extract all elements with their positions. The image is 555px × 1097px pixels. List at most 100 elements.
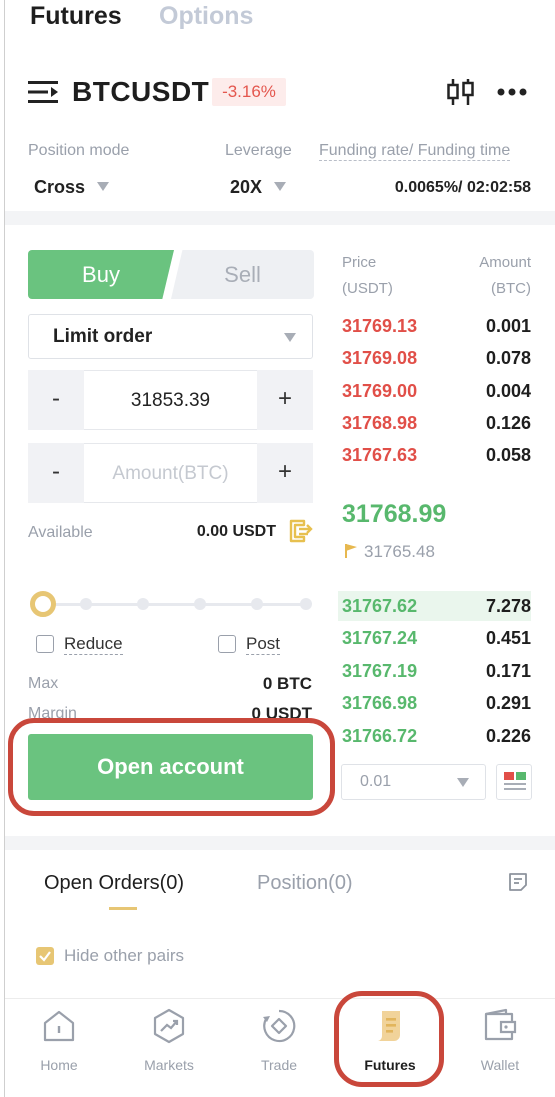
slider-step-dot[interactable] (80, 598, 92, 610)
bid-amount: 0.291 (485, 693, 531, 713)
chevron-down-icon (457, 778, 469, 787)
ask-amount: 0.001 (485, 316, 531, 336)
position-mode-label: Position mode (28, 142, 130, 159)
price-header: Price (342, 254, 377, 271)
nav-wallet-label: Wallet (480, 1057, 520, 1073)
section-divider (5, 836, 555, 850)
tab-open-orders[interactable]: Open Orders(0) (44, 872, 184, 895)
orderbook-layout-button[interactable] (496, 764, 532, 800)
bid-price[interactable]: 31766.72 (342, 726, 417, 747)
precision-value: 0.01 (360, 773, 392, 790)
bid-amount: 0.451 (485, 628, 531, 648)
position-mode-value: Cross (34, 177, 86, 197)
price-decrease-button[interactable]: - (28, 370, 84, 430)
max-label: Max (28, 675, 59, 692)
price-increase-button[interactable]: + (257, 370, 313, 430)
home-icon (43, 1010, 75, 1042)
post-checkbox[interactable] (218, 635, 236, 653)
bid-amount: 0.226 (485, 726, 531, 746)
ask-price[interactable]: 31769.08 (342, 348, 417, 369)
ask-price[interactable]: 31768.98 (342, 413, 417, 434)
nav-home-label: Home (40, 1057, 78, 1073)
precision-select[interactable]: 0.01 (341, 764, 486, 800)
post-label[interactable]: Post (246, 634, 281, 655)
symbol-title[interactable]: BTCUSDT (72, 76, 209, 108)
slider-handle[interactable] (30, 591, 56, 617)
order-type-select[interactable]: Limit order (28, 314, 313, 359)
checkmark-icon (39, 951, 51, 962)
bid-price[interactable]: 31767.62 (342, 596, 417, 617)
leverage-select[interactable]: 20X (230, 177, 287, 198)
ask-amount: 0.078 (485, 348, 531, 368)
price-input[interactable]: 31853.39 (84, 370, 257, 430)
amount-stepper: - Amount(BTC) + (28, 443, 313, 503)
markets-icon (153, 1008, 185, 1044)
sell-tab-button[interactable]: Sell (171, 250, 314, 299)
buy-tab-button[interactable]: Buy (28, 250, 174, 299)
mark-price: 31765.48 (364, 542, 435, 561)
amount-header: Amount (479, 254, 531, 271)
hide-pairs-label[interactable]: Hide other pairs (64, 946, 184, 966)
active-tab-indicator (109, 907, 137, 910)
price-unit-header: (USDT) (342, 280, 393, 297)
ask-amount: 0.058 (485, 445, 531, 465)
available-value: 0.00 USDT (196, 523, 276, 540)
amount-unit-header: (BTC) (491, 280, 531, 297)
last-price: 31768.99 (342, 500, 447, 528)
reduce-checkbox[interactable] (36, 635, 54, 653)
price-stepper: - 31853.39 + (28, 370, 313, 430)
leverage-label: Leverage (225, 142, 292, 159)
ask-price[interactable]: 31769.13 (342, 316, 417, 337)
nav-wallet[interactable]: Wallet (460, 1008, 540, 1073)
wallet-icon (484, 1008, 517, 1041)
order-type-value: Limit order (53, 326, 153, 347)
bid-price[interactable]: 31767.19 (342, 661, 417, 682)
candlestick-chart-icon[interactable] (446, 78, 476, 106)
leverage-value: 20X (230, 177, 263, 197)
ask-amount: 0.004 (485, 381, 531, 401)
slider-step-dot[interactable] (137, 598, 149, 610)
nav-home[interactable]: Home (19, 1008, 99, 1073)
chevron-down-icon (97, 182, 110, 191)
funding-value: 0.0065%/ 02:02:58 (394, 179, 531, 196)
funding-label: Funding rate/ Funding time (319, 142, 511, 161)
amount-increase-button[interactable]: + (257, 443, 313, 503)
funding-label-wrap: Funding rate/ Funding time (319, 142, 511, 161)
amount-input[interactable]: Amount(BTC) (84, 443, 257, 503)
tab-futures[interactable]: Futures (30, 2, 122, 31)
ask-price[interactable]: 31767.63 (342, 445, 417, 466)
transfer-icon[interactable] (288, 519, 314, 543)
price-change-badge: -3.16% (212, 78, 286, 106)
slider-step-dot[interactable] (300, 598, 312, 610)
tab-options[interactable]: Options (159, 2, 253, 31)
bid-amount: 7.278 (485, 596, 531, 616)
bid-price[interactable]: 31767.24 (342, 628, 417, 649)
nav-trade-label: Trade (260, 1057, 298, 1073)
order-history-icon[interactable] (508, 872, 528, 892)
highlight-ring (334, 991, 444, 1087)
left-frame-border (4, 0, 5, 1097)
flag-icon (345, 544, 357, 558)
nav-markets[interactable]: Markets (129, 1008, 209, 1073)
slider-step-dot[interactable] (194, 598, 206, 610)
bid-price[interactable]: 31766.98 (342, 693, 417, 714)
ask-amount: 0.126 (485, 413, 531, 433)
more-options-icon[interactable] (497, 88, 527, 96)
bid-amount: 0.171 (485, 661, 531, 681)
nav-trade[interactable]: Trade (239, 1008, 319, 1073)
available-label: Available (28, 524, 93, 541)
chevron-down-icon (284, 333, 296, 342)
slider-step-dot[interactable] (251, 598, 263, 610)
highlight-ring (8, 718, 335, 816)
section-divider (5, 211, 555, 225)
ask-price[interactable]: 31769.00 (342, 381, 417, 402)
position-mode-select[interactable]: Cross (34, 177, 110, 198)
hide-pairs-checkbox[interactable] (36, 947, 54, 965)
trade-icon (263, 1009, 296, 1043)
reduce-label[interactable]: Reduce (64, 634, 123, 655)
chevron-down-icon (274, 182, 287, 191)
amount-decrease-button[interactable]: - (28, 443, 84, 503)
menu-list-icon[interactable] (28, 80, 60, 104)
tab-position[interactable]: Position(0) (257, 872, 353, 895)
orderbook-layout-icon (504, 772, 526, 790)
